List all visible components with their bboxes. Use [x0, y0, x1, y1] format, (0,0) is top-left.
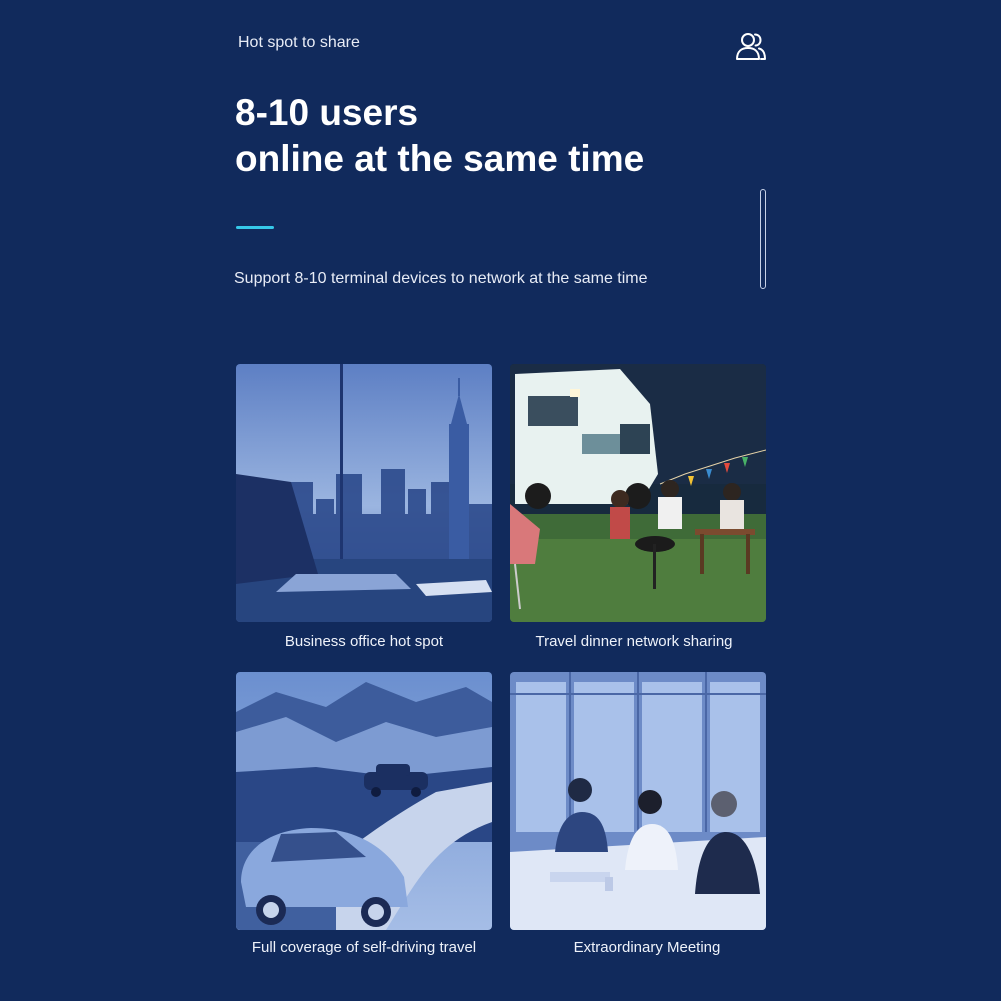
self-driving-image	[236, 672, 492, 930]
caption-business-office: Business office hot spot	[284, 633, 444, 650]
travel-dinner-image	[510, 364, 766, 622]
caption-self-driving: Full coverage of self-driving travel	[251, 939, 477, 956]
headline: 8-10 users online at the same time	[235, 90, 644, 182]
accent-divider	[236, 226, 274, 229]
subtext: Support 8-10 terminal devices to network…	[234, 270, 648, 287]
users-icon[interactable]	[735, 31, 767, 61]
caption-travel-dinner: Travel dinner network sharing	[535, 633, 733, 650]
eyebrow-label: Hot spot to share	[238, 34, 360, 51]
headline-line-2: online at the same time	[235, 138, 645, 179]
headline-line-1: 8-10 users	[235, 92, 419, 133]
meeting-image	[510, 672, 766, 930]
caption-meeting: Extraordinary Meeting	[573, 939, 721, 956]
scroll-indicator[interactable]	[760, 189, 766, 289]
business-office-image	[236, 364, 492, 622]
